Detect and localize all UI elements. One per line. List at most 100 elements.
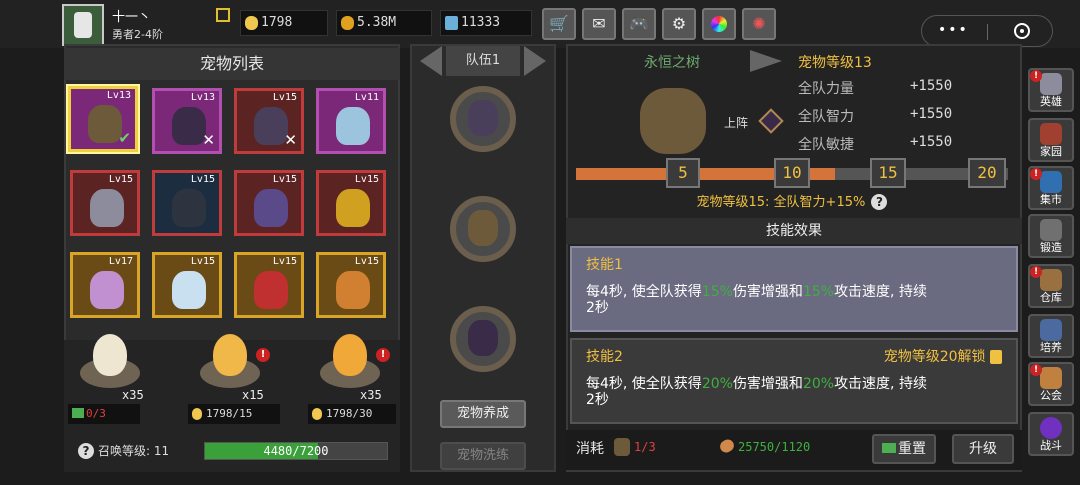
color-wheel-button[interactable] xyxy=(702,8,736,40)
pet-card[interactable]: Lv15 xyxy=(316,252,386,318)
reset-label: 重置 xyxy=(898,441,926,457)
pet-level: Lv15 xyxy=(272,256,297,267)
settings-button[interactable]: ⚙ xyxy=(662,8,696,40)
stat-value: +1550 xyxy=(910,78,953,94)
skill-value: 20% xyxy=(802,376,835,392)
side-menu-training[interactable]: 培养 xyxy=(1028,314,1074,358)
egg-cost[interactable]: 1798/15 xyxy=(188,404,280,424)
upgrade-button[interactable]: 升级 xyxy=(952,434,1014,464)
egg-icon xyxy=(312,408,322,420)
warehouse-icon xyxy=(1040,269,1062,291)
side-menu-hero[interactable]: ! 英雄 xyxy=(1028,68,1074,112)
pet-card[interactable]: Lv15 xyxy=(152,252,222,318)
pet-sprite xyxy=(336,107,370,145)
egg-resource: 1798 xyxy=(240,10,328,36)
skill-desc-text: 伤害增强和 xyxy=(732,376,803,392)
pet-card[interactable]: Lv15 xyxy=(234,170,304,236)
pet-level: Lv11 xyxy=(354,92,379,103)
battle-portal-icon xyxy=(1040,417,1062,439)
team-slot[interactable] xyxy=(450,86,516,152)
check-icon: ✔ xyxy=(118,129,131,147)
skill-desc-text: 攻击速度, 持续 xyxy=(834,284,927,300)
side-menu-home[interactable]: 家园 xyxy=(1028,118,1074,162)
firework-button[interactable]: ✺ xyxy=(742,8,776,40)
video-icon xyxy=(882,443,896,453)
guild-icon xyxy=(1040,367,1062,389)
pet-sprite xyxy=(468,320,498,356)
team-slot[interactable] xyxy=(450,306,516,372)
pet-card[interactable]: Lv13 ✕ xyxy=(152,88,222,154)
pet-sprite xyxy=(336,271,370,309)
side-menu-warehouse[interactable]: ! 仓库 xyxy=(1028,264,1074,308)
pet-portrait xyxy=(640,88,706,154)
pet-wash-button[interactable]: 宠物洗练 xyxy=(440,442,526,470)
coin-icon xyxy=(341,16,354,30)
skill-value: 15% xyxy=(802,284,835,300)
more-icon[interactable]: ••• xyxy=(938,23,969,37)
egg-icon xyxy=(192,408,202,420)
skill-unlock: 宠物等级20解锁 xyxy=(884,346,1002,366)
edit-name-icon[interactable] xyxy=(216,8,230,22)
pet-card[interactable]: Lv15 xyxy=(316,170,386,236)
gem-resource: 11333 xyxy=(440,10,532,36)
pet-card[interactable]: Lv15 xyxy=(234,252,304,318)
egg-cost[interactable]: 0/3 xyxy=(68,404,140,424)
mail-button[interactable]: ✉ xyxy=(582,8,616,40)
alert-badge: ! xyxy=(1030,168,1042,180)
egg-cost[interactable]: 1798/30 xyxy=(308,404,396,424)
coin-amount: 5.38M xyxy=(357,15,397,30)
side-menu-battle[interactable]: 战斗 xyxy=(1028,412,1074,456)
golden-egg[interactable] xyxy=(333,334,367,376)
pet-card[interactable]: Lv17 xyxy=(70,252,140,318)
shop-button[interactable]: 🛒 xyxy=(542,8,576,40)
cart-icon: 🛒 xyxy=(549,14,569,33)
lock-icon xyxy=(990,350,1002,364)
summon-level: ? 召唤等级: 11 xyxy=(78,442,169,459)
help-icon[interactable]: ? xyxy=(78,443,94,459)
pet-sprite xyxy=(90,189,124,227)
pet-card[interactable]: Lv15 xyxy=(70,170,140,236)
capsule-divider xyxy=(987,24,988,40)
pet-level: Lv15 xyxy=(354,174,379,185)
pet-name: 永恒之树 xyxy=(644,55,700,71)
color-wheel-icon xyxy=(711,16,727,32)
avatar[interactable] xyxy=(62,4,104,46)
golden-egg[interactable] xyxy=(213,334,247,376)
side-menu-label: 战斗 xyxy=(1040,439,1062,452)
pet-card[interactable]: Lv15 xyxy=(152,170,222,236)
gamepad-button[interactable]: 🎮 xyxy=(622,8,656,40)
deploy-label: 上阵 xyxy=(724,116,749,130)
skill-value: 15% xyxy=(701,284,733,300)
stat-label: 全队敏捷 xyxy=(798,137,854,153)
pet-sprite xyxy=(468,100,498,136)
alert-badge: ! xyxy=(376,348,390,362)
alert-badge: ! xyxy=(256,348,270,362)
stat-value: +1550 xyxy=(910,106,953,122)
egg-count: x35 xyxy=(122,388,144,402)
skill-unlock-text: 宠物等级20解锁 xyxy=(883,349,986,365)
close-circle-icon[interactable] xyxy=(1014,23,1030,39)
reset-button[interactable]: 重置 xyxy=(872,434,936,464)
stat-value: +1550 xyxy=(910,134,953,150)
pet-card[interactable]: Lv15 ✕ xyxy=(234,88,304,154)
skill-desc: 每4秒, 使全队获得15%伤害增强和15%攻击速度, 持续 2秒 xyxy=(586,284,1002,316)
side-menu-market[interactable]: ! 集市 xyxy=(1028,166,1074,210)
help-icon[interactable]: ? xyxy=(871,194,888,210)
side-menu-forge[interactable]: 锻造 xyxy=(1028,214,1074,258)
side-menu-guild[interactable]: ! 公会 xyxy=(1028,362,1074,406)
pet-level: Lv15 xyxy=(190,256,215,267)
side-menu-label: 培养 xyxy=(1040,341,1062,354)
pet-card[interactable]: Lv11 xyxy=(316,88,386,154)
skill-desc-text: 攻击速度, 持续 xyxy=(834,376,927,392)
side-menu-label: 锻造 xyxy=(1040,241,1062,254)
consume-label: 消耗 xyxy=(576,441,604,457)
side-menu-label: 英雄 xyxy=(1040,95,1062,108)
basic-egg[interactable] xyxy=(93,334,127,376)
pet-train-button[interactable]: 宠物养成 xyxy=(440,400,526,428)
pet-sprite xyxy=(336,189,370,227)
coin-resource: 5.38M xyxy=(336,10,432,36)
team-slot[interactable] xyxy=(450,196,516,262)
skill-name: 技能2 宠物等级20解锁 xyxy=(586,346,1002,366)
skill-1-card: 技能1 每4秒, 使全队获得15%伤害增强和15%攻击速度, 持续 2秒 xyxy=(570,246,1018,332)
pet-card[interactable]: Lv13 ✔ xyxy=(68,86,138,152)
